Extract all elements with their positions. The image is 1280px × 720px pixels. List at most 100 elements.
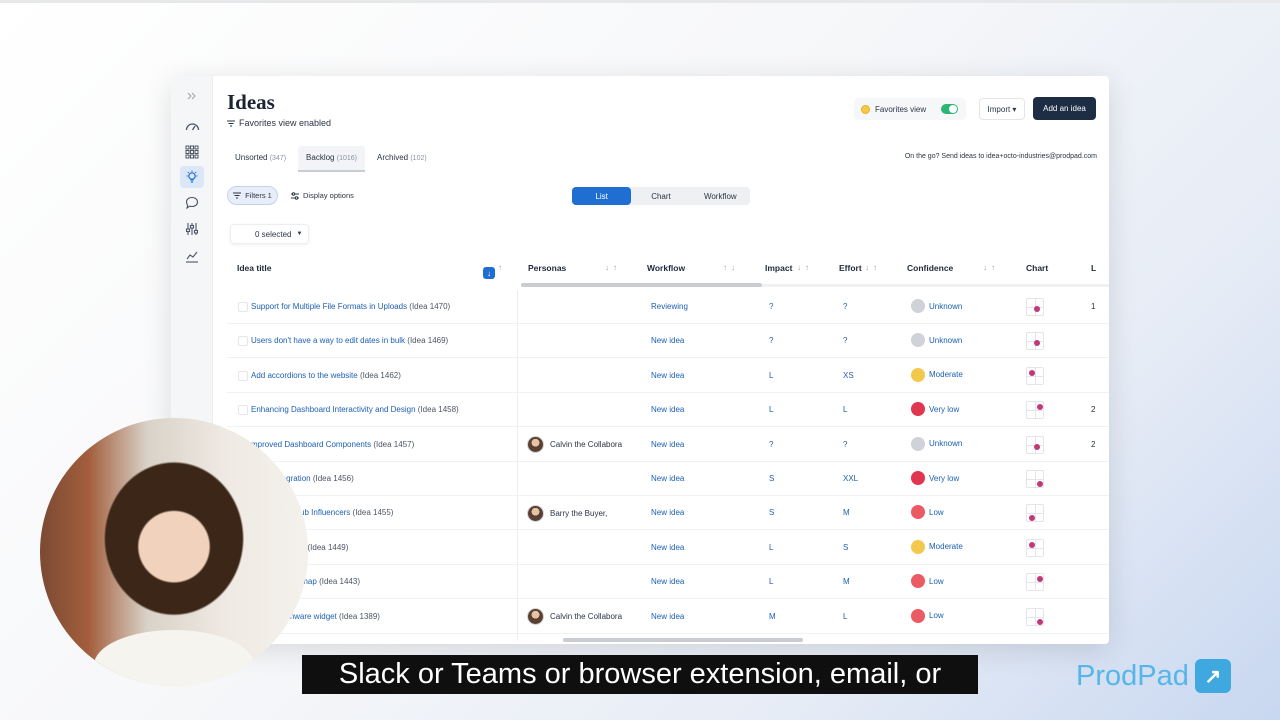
toggle-switch[interactable] (941, 104, 958, 114)
impact-value[interactable]: ? (769, 440, 773, 449)
effort-value[interactable]: M (843, 508, 850, 517)
effort-sort-icons[interactable]: ↓↑ (865, 263, 881, 272)
confidence-cell[interactable]: Very low (911, 471, 959, 485)
table-row[interactable]: Support for Multiple File Formats in Upl… (227, 290, 1109, 324)
confidence-cell[interactable]: Very low (911, 402, 959, 417)
tab-unsorted[interactable]: Unsorted (347) (227, 146, 294, 172)
idea-title-link[interactable]: mproved Dashboard Components (Idea 1457) (251, 440, 414, 449)
impact-value[interactable]: L (769, 371, 773, 380)
mini-chart-icon[interactable] (1026, 504, 1044, 523)
impact-value[interactable]: L (769, 577, 773, 586)
grid-icon[interactable] (180, 141, 204, 163)
workflow-status-link[interactable]: New idea (651, 508, 684, 517)
mini-chart-icon[interactable] (1026, 401, 1044, 420)
mini-chart-icon[interactable] (1026, 366, 1044, 385)
horizontal-scrollbar-top[interactable] (521, 283, 762, 287)
idea-title-link[interactable]: Add accordions to the website (Idea 1462… (251, 371, 401, 380)
table-row[interactable]: with the firmware widget (Idea 1389) Calv… (227, 600, 1109, 634)
confidence-sort-icons[interactable]: ↓↑ (983, 263, 999, 272)
workflow-status-link[interactable]: New idea (651, 405, 684, 414)
workflow-status-link[interactable]: New idea (651, 577, 684, 586)
analytics-chart-icon[interactable] (180, 245, 204, 267)
idea-title-link[interactable]: Enhancing Dashboard Interactivity and De… (251, 405, 459, 414)
display-options-button[interactable]: Display options (287, 186, 358, 205)
row-checkbox[interactable] (238, 405, 248, 416)
col-impact[interactable]: Impact (765, 257, 792, 279)
col-effort[interactable]: Effort (839, 257, 862, 279)
col-idea-title[interactable]: Idea title (237, 257, 271, 279)
mini-chart-icon[interactable] (1026, 607, 1044, 626)
table-row[interactable]: mproved Dashboard Components (Idea 1457)… (227, 428, 1109, 462)
confidence-cell[interactable]: Unknown (911, 333, 962, 348)
workflow-status-link[interactable]: New idea (651, 612, 684, 621)
mini-chart-icon[interactable] (1026, 298, 1044, 316)
effort-value[interactable]: S (843, 543, 848, 552)
table-row[interactable]: CloudWave Hub Influencers (Idea 1455)Bar… (227, 496, 1109, 531)
row-checkbox[interactable] (238, 370, 248, 381)
sort-desc-active-icon[interactable]: ↓ (483, 267, 495, 279)
tab-backlog[interactable]: Backlog (1016) (298, 146, 365, 172)
sort-asc-icon[interactable]: ↑ (498, 263, 506, 272)
table-row[interactable]: Enhancing Dashboard Interactivity and De… (227, 393, 1109, 428)
persona-cell[interactable]: Calvin the Collabora (527, 436, 627, 454)
bulk-select-dropdown[interactable]: 0 selected ▼ (230, 224, 309, 244)
dashboard-icon[interactable] (180, 115, 204, 137)
effort-value[interactable]: XS (843, 371, 854, 380)
impact-value[interactable]: L (769, 543, 773, 552)
confidence-cell[interactable]: Low (911, 574, 944, 589)
workflow-status-link[interactable]: New idea (651, 440, 684, 449)
persona-cell[interactable]: Barry the Buyer, (527, 504, 627, 522)
confidence-cell[interactable]: Low (911, 505, 944, 520)
import-button[interactable]: Import ▾ (979, 98, 1025, 120)
mini-chart-icon[interactable] (1026, 573, 1044, 592)
col-chart[interactable]: Chart (1026, 257, 1048, 279)
effort-value[interactable]: L (843, 612, 847, 621)
persona-cell[interactable]: Calvin the Collabora (527, 608, 627, 626)
impact-value[interactable]: ? (769, 336, 773, 345)
feedback-chat-icon[interactable] (180, 192, 204, 214)
impact-value[interactable]: M (769, 612, 776, 621)
impact-value[interactable]: S (769, 474, 774, 483)
col-personas[interactable]: Personas (528, 257, 566, 279)
table-row[interactable]: Maps Integration (Idea 1456)New ideaSXXL… (227, 462, 1109, 496)
effort-value[interactable]: L (843, 405, 847, 414)
table-row[interactable]: Add accordions to the website (Idea 1462… (227, 359, 1109, 393)
impact-value[interactable]: L (769, 405, 773, 414)
col-confidence[interactable]: Confidence (907, 257, 953, 279)
expand-sidebar-icon[interactable] (180, 85, 204, 107)
row-checkbox[interactable] (238, 302, 248, 312)
workflow-status-link[interactable]: New idea (651, 371, 684, 380)
view-chart[interactable]: Chart (631, 187, 690, 205)
effort-value[interactable]: ? (843, 336, 847, 345)
sliders-icon[interactable] (180, 218, 204, 240)
confidence-cell[interactable]: Low (911, 608, 944, 623)
confidence-cell[interactable]: Unknown (911, 299, 962, 313)
tab-archived[interactable]: Archived (102) (369, 146, 435, 172)
row-checkbox[interactable] (238, 336, 248, 347)
effort-value[interactable]: M (843, 577, 850, 586)
table-row[interactable]: Users don't have a way to edit dates in … (227, 324, 1109, 359)
workflow-status-link[interactable]: New idea (651, 543, 684, 552)
impact-value[interactable]: ? (769, 302, 773, 311)
favorites-view-toggle[interactable]: Favorites view (854, 98, 966, 120)
view-workflow[interactable]: Workflow (691, 187, 750, 205)
mini-chart-icon[interactable] (1026, 470, 1044, 488)
effort-value[interactable]: ? (843, 302, 847, 311)
mini-chart-icon[interactable] (1026, 332, 1044, 351)
idea-title-link[interactable]: Support for Multiple File Formats in Upl… (251, 302, 450, 311)
effort-value[interactable]: ? (843, 440, 847, 449)
confidence-cell[interactable]: Unknown (911, 436, 962, 451)
workflow-status-link[interactable]: New idea (651, 474, 684, 483)
idea-title-link[interactable]: Users don't have a way to edit dates in … (251, 336, 448, 345)
col-workflow[interactable]: Workflow (647, 257, 685, 279)
impact-sort-icons[interactable]: ↓↑ (797, 263, 813, 272)
ideas-lightbulb-icon[interactable] (180, 166, 204, 188)
table-row[interactable]: agement Heatmap (Idea 1443)New ideaLMLow (227, 565, 1109, 600)
table-row[interactable]: gration Feature (Idea 1449)New ideaLSMod… (227, 531, 1109, 565)
view-list[interactable]: List (572, 187, 632, 205)
confidence-cell[interactable]: Moderate (911, 367, 963, 382)
effort-value[interactable]: XXL (843, 474, 858, 483)
mini-chart-icon[interactable] (1026, 435, 1044, 454)
workflow-status-link[interactable]: New idea (651, 336, 684, 345)
mini-chart-icon[interactable] (1026, 538, 1044, 557)
